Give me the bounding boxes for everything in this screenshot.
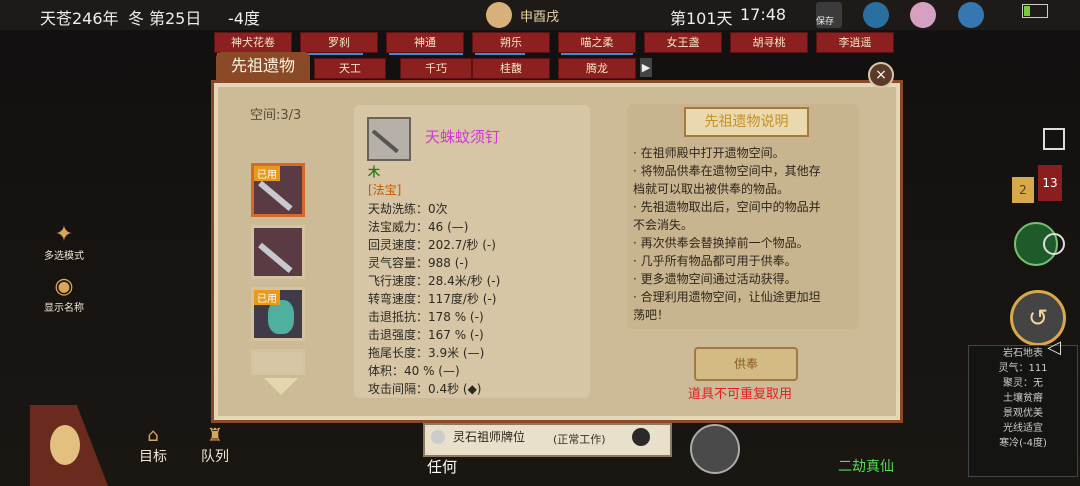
battery-icon [1022, 4, 1048, 18]
used-badge: 已用 [254, 166, 280, 181]
stat-line: 攻击间隔：0.4秒 (◆) [368, 382, 482, 396]
stat-line: 体积：40 % (—) [368, 364, 460, 378]
multi-select-icon: ✦ [54, 222, 74, 247]
used-badge: 已用 [254, 290, 280, 305]
day-counter: 第101天 [670, 9, 733, 28]
item-sword-icon [367, 117, 411, 161]
stat-line: 飞行速度：28.4米/秒 (-) [368, 274, 501, 288]
ancestor-tablet-title: 灵石祖师牌位 [453, 430, 526, 444]
calendar-icon[interactable] [486, 2, 512, 28]
palette-icon[interactable] [910, 2, 936, 28]
sword-icon [258, 180, 293, 212]
work-status: (正常工作) [553, 433, 606, 446]
detail-button[interactable] [690, 424, 740, 474]
space-counter: 空间:3/3 [250, 108, 302, 123]
description-line: · 再次供奉会替换掉前一个物品。 [633, 236, 809, 250]
second-stage-label: 二劫真仙 [838, 459, 894, 475]
clock-text: 17:48 [740, 5, 787, 24]
show-names-button[interactable]: ◉ 显示名称 [40, 274, 88, 314]
back-icon[interactable]: ◁ [1043, 337, 1065, 359]
offer-button[interactable]: 供奉 [694, 347, 798, 381]
close-icon[interactable]: × [868, 62, 894, 88]
home-icon[interactable] [1043, 233, 1065, 255]
description-line: 不会消失。 [633, 218, 694, 232]
tab-disciple-5[interactable]: 喵之柔 [558, 32, 636, 55]
queue-button[interactable]: ♜ 队列 [190, 425, 240, 466]
day-text: 第25日 [149, 9, 202, 28]
era-text: 天苍246年 [40, 9, 119, 28]
item-element: 木 [368, 165, 381, 179]
description-line: · 在祖师殿中打开遗物空间。 [633, 146, 785, 160]
sword-icon [258, 242, 293, 274]
multi-select-button[interactable]: ✦ 多选模式 [40, 222, 88, 262]
description-line: · 将物品供奉在遗物空间中，其他存 [633, 164, 821, 178]
relic-slot-2[interactable] [251, 225, 305, 279]
tab-disciple-7[interactable]: 胡寻桃 [730, 32, 808, 53]
tile-info-panel: 岩石地表 灵气：111 聚灵：无 土壤贫瘠 景观优美 光线适宜 寒冷(-4度) [968, 345, 1078, 477]
season-text: 冬 [128, 9, 145, 28]
dialog-title: 先祖遗物 [216, 52, 310, 80]
calendar-text: 申酉戌 [520, 10, 560, 25]
stat-line: 拖尾长度：3.9米 (—) [368, 346, 485, 360]
tab-disciple-2[interactable]: 罗刹 [300, 32, 378, 55]
disciple-tab-strip: 神犬花卷 罗刹 神通 朔乐 喵之柔 女王盏 胡寻桃 李逍遥 天工 千巧 桂馥 腾… [210, 31, 910, 81]
tab-scroll-right-icon[interactable]: ▶ [640, 58, 652, 77]
tab-disciple-3[interactable]: 神通 [386, 32, 464, 55]
vase-icon [268, 300, 294, 334]
notification-badge[interactable]: 13 [1038, 165, 1062, 201]
gourd-icon [50, 425, 80, 465]
stat-line: 天劫洗练：0次 [368, 202, 448, 216]
yinyang-icon [632, 428, 650, 446]
tab-disciple-10[interactable]: 千巧 [400, 58, 472, 79]
stat-line: 击退强度：167 % (-) [368, 328, 484, 342]
warning-text: 道具不可重复取用 [688, 387, 793, 402]
relic-slot-3[interactable]: 已用 [251, 287, 305, 341]
description-line: · 合理利用遗物空间，让仙途更加坦 [633, 290, 821, 304]
save-label[interactable]: 保存 [816, 14, 834, 27]
tab-disciple-4[interactable]: 朔乐 [472, 32, 550, 55]
description-line: · 几乎所有物品都可用于供奉。 [633, 254, 797, 268]
eye-icon: ◉ [54, 274, 74, 299]
status-bar: 天苍246年 冬 第25日 -4度 申酉戌 第101天 17:48 保存 [0, 0, 1080, 30]
tab-disciple-11[interactable]: 桂馥 [472, 58, 550, 79]
stat-line: 击退抵抗：178 % (-) [368, 310, 484, 324]
description-line: · 先祖遗物取出后，空间中的物品并 [633, 200, 821, 214]
stat-line: 法宝威力：46 (—) [368, 220, 469, 234]
relic-slot-4[interactable] [251, 349, 305, 375]
stat-line: 转弯速度：117度/秒 (-) [368, 292, 497, 306]
tab-disciple-12[interactable]: 腾龙 [558, 58, 636, 79]
tablet-icon [431, 430, 445, 444]
stat-line: 回灵速度：202.7/秒 (-) [368, 238, 496, 252]
any-filter-label[interactable]: 任何 [427, 456, 457, 477]
description-line: · 更多遗物空间通过活动获得。 [633, 272, 797, 286]
temperature-text: -4度 [228, 9, 260, 28]
description-title: 先祖遗物说明 [684, 107, 809, 137]
tab-disciple-1[interactable]: 神犬花卷 [214, 32, 292, 55]
item-name: 天蛛蚊须钉 [425, 128, 501, 146]
description-line: 荡吧！ [633, 308, 670, 322]
target-button[interactable]: ⌂ 目标 [128, 425, 178, 466]
description-line: 档就可以取出被供奉的物品。 [633, 182, 790, 196]
book-icon[interactable] [863, 2, 889, 28]
recents-icon[interactable] [1043, 128, 1065, 150]
tab-disciple-8[interactable]: 李逍遥 [816, 32, 894, 53]
gear-icon[interactable] [958, 2, 984, 28]
scroll-down-arrow-icon[interactable] [264, 378, 298, 395]
target-icon: ⌂ [147, 425, 159, 446]
queue-icon: ♜ [206, 425, 224, 446]
item-category: [法宝] [368, 183, 402, 197]
stat-line: 灵气容量：988 (-) [368, 256, 469, 270]
notification-small-badge[interactable]: 2 [1012, 177, 1034, 203]
tab-disciple-9[interactable]: 天工 [314, 58, 386, 79]
tab-disciple-6[interactable]: 女王盏 [644, 32, 722, 53]
relic-slot-1[interactable]: 已用 [251, 163, 305, 217]
